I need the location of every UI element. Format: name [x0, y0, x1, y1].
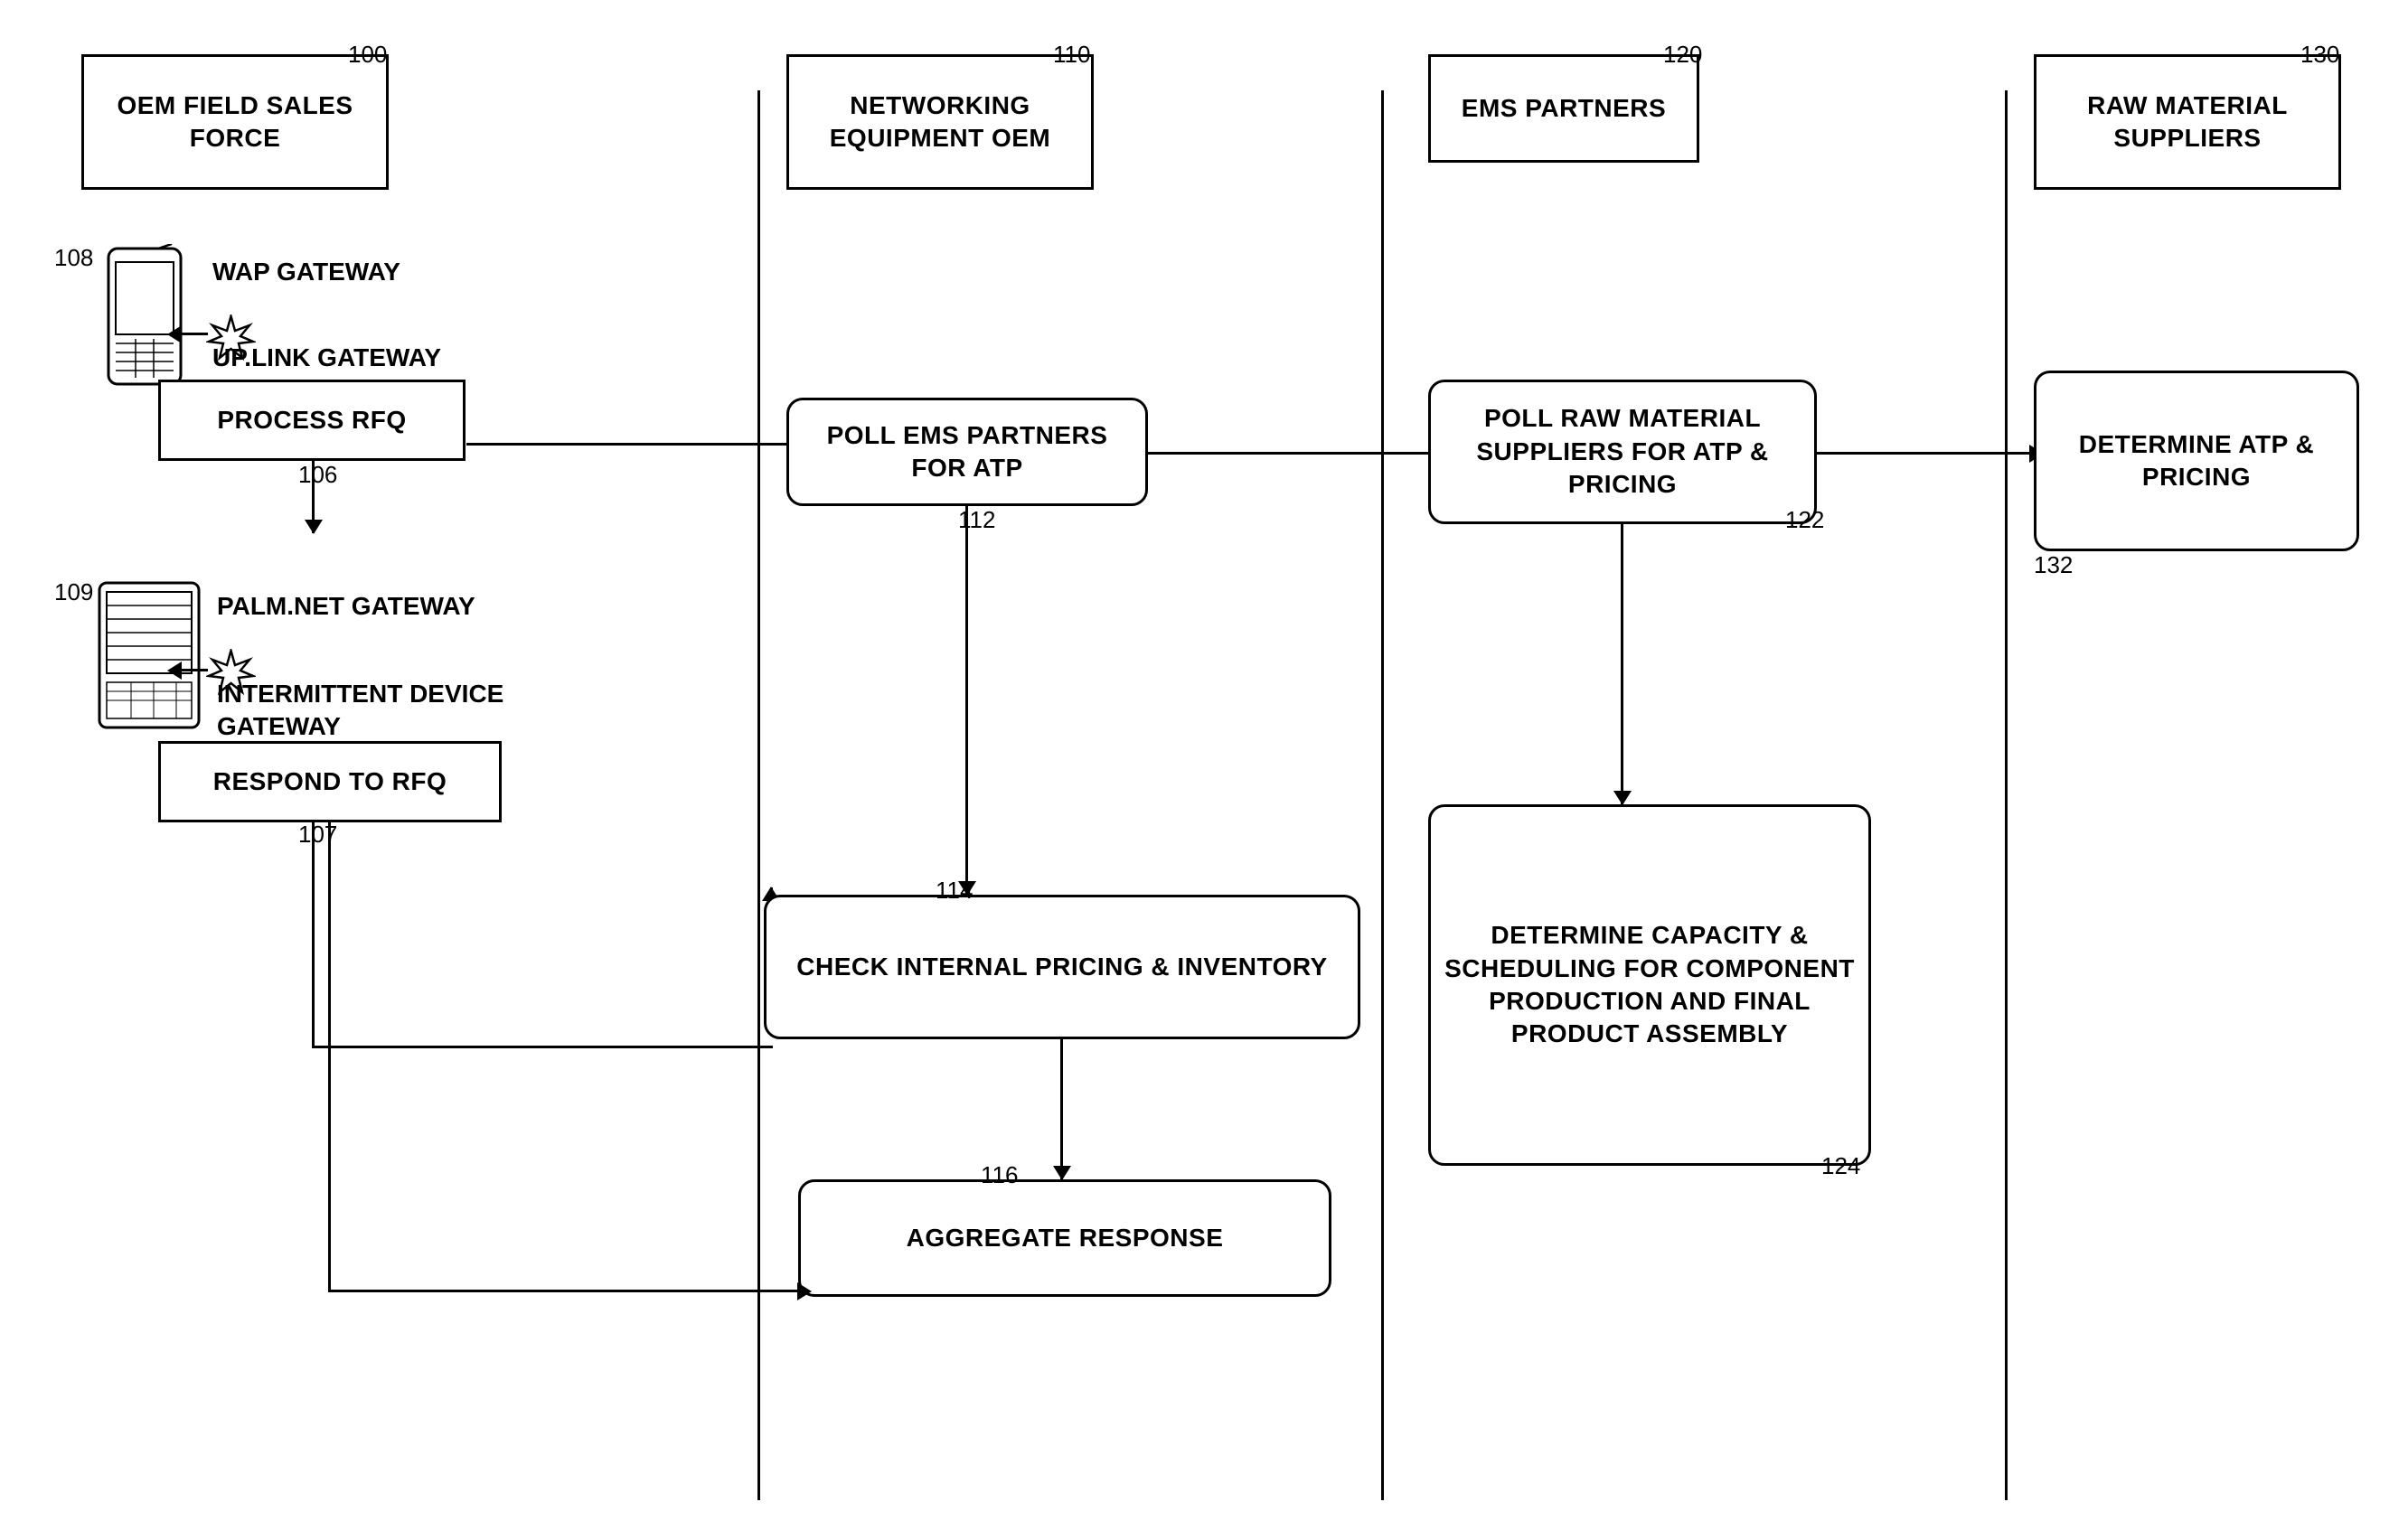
- poll-ems-box: POLL EMS PARTNERS FOR ATP: [786, 398, 1148, 506]
- process-to-poll-arrow: [466, 443, 801, 446]
- ref-108: 108: [54, 244, 93, 272]
- ref-107: 107: [298, 821, 337, 849]
- ems-label: EMS PARTNERS: [1462, 92, 1666, 125]
- ref-120: 120: [1663, 41, 1702, 69]
- respond-v-line: [328, 822, 331, 1292]
- palm-arrow-head: [167, 662, 182, 680]
- determine-capacity-label: DETERMINE CAPACITY & SCHEDULING FOR COMP…: [1440, 919, 1859, 1051]
- ref-124: 124: [1821, 1152, 1860, 1180]
- palm-device: [90, 578, 208, 741]
- determine-atp-label: DETERMINE ATP & PRICING: [2046, 428, 2347, 494]
- poll-to-check-arrow: [965, 506, 968, 895]
- check-internal-box: CHECK INTERNAL PRICING & INVENTORY: [764, 895, 1360, 1039]
- ref-109: 109: [54, 578, 93, 606]
- ref-100: 100: [348, 41, 387, 69]
- raw-material-box: RAW MATERIAL SUPPLIERS: [2034, 54, 2341, 190]
- respond-to-aggregate-arrow-h: [797, 1282, 812, 1300]
- ref-132: 132: [2034, 551, 2073, 579]
- ems-partners-box: EMS PARTNERS: [1428, 54, 1699, 163]
- respond-rfq-label: RESPOND TO RFQ: [213, 765, 447, 798]
- respond-rfq-box: RESPOND TO RFQ: [158, 741, 502, 822]
- respond-h-line: [328, 1290, 801, 1292]
- wap-arrow-head: [167, 325, 182, 343]
- determine-capacity-box: DETERMINE CAPACITY & SCHEDULING FOR COMP…: [1428, 804, 1871, 1166]
- wap-gateway-label: WAP GATEWAY: [212, 258, 400, 286]
- poll-raw-to-capacity-arrow: [1621, 524, 1623, 804]
- ref-106: 106: [298, 461, 337, 489]
- uplink-gateway-label: UP.LINK GATEWAY: [212, 343, 441, 372]
- check-internal-label: CHECK INTERNAL PRICING & INVENTORY: [796, 951, 1327, 983]
- ref-130: 130: [2300, 41, 2339, 69]
- aggregate-box: AGGREGATE RESPONSE: [798, 1179, 1331, 1297]
- networking-box: NETWORKING EQUIPMENT OEM: [786, 54, 1094, 190]
- poll-ems-to-raw-arrow: [1148, 452, 1446, 455]
- ref-110: 110: [1053, 41, 1090, 69]
- raw-material-label: RAW MATERIAL SUPPLIERS: [2046, 89, 2329, 155]
- ref-116: 116: [981, 1161, 1018, 1189]
- intermittent-label: INTERMITTENT DEVICE GATEWAY: [217, 678, 578, 744]
- ref-114: 114: [936, 877, 973, 905]
- process-rfq-arrow-down: [312, 461, 315, 533]
- respond-line-v: [312, 822, 315, 1048]
- poll-raw-box: POLL RAW MATERIAL SUPPLIERS FOR ATP & PR…: [1428, 380, 1817, 524]
- ref-122: 122: [1785, 506, 1824, 534]
- check-to-aggregate-arrow: [1060, 1039, 1063, 1179]
- ref-112: 112: [958, 506, 995, 534]
- aggregate-label: AGGREGATE RESPONSE: [907, 1222, 1224, 1254]
- process-rfq-label: PROCESS RFQ: [217, 404, 406, 436]
- poll-ems-label: POLL EMS PARTNERS FOR ATP: [798, 419, 1136, 485]
- poll-raw-label: POLL RAW MATERIAL SUPPLIERS FOR ATP & PR…: [1440, 402, 1805, 501]
- determine-atp-box: DETERMINE ATP & PRICING: [2034, 371, 2359, 551]
- lane-line-1: [757, 90, 760, 1500]
- oem-field-sales-box: OEM FIELD SALES FORCE: [81, 54, 389, 190]
- palm-gateway-label: PALM.NET GATEWAY: [217, 592, 475, 621]
- diagram: OEM FIELD SALES FORCE 100 NETWORKING EQU…: [0, 0, 2408, 1530]
- networking-label: NETWORKING EQUIPMENT OEM: [798, 89, 1082, 155]
- respond-line-h: [312, 1046, 773, 1048]
- process-rfq-box: PROCESS RFQ: [158, 380, 466, 461]
- lane-line-3: [2005, 90, 2008, 1500]
- oem-field-label: OEM FIELD SALES FORCE: [93, 89, 377, 155]
- poll-raw-to-atp-arrow: [1817, 452, 2043, 455]
- lane-line-2: [1381, 90, 1384, 1500]
